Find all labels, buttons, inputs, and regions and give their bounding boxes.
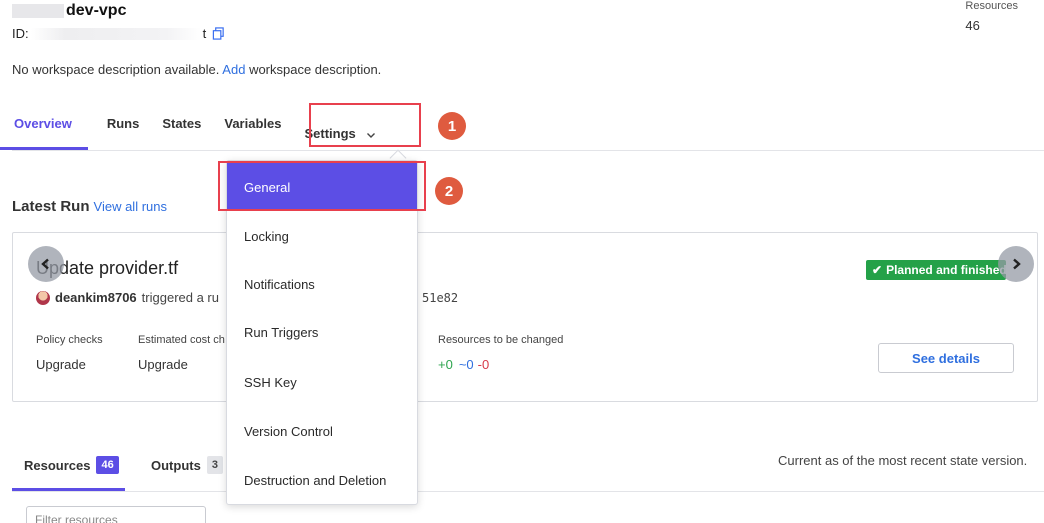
- commit-hash: 51e82: [422, 291, 459, 305]
- resources-count-pill: 46: [96, 456, 119, 474]
- tab-states[interactable]: States: [162, 110, 201, 150]
- add-description-link[interactable]: Add: [222, 62, 245, 77]
- redacted-org-name: [12, 3, 64, 18]
- view-all-runs-link[interactable]: View all runs: [94, 199, 167, 214]
- step-badge-1: 1: [438, 112, 466, 140]
- resources-changed-values: +0 ~0 -0: [438, 357, 490, 372]
- menu-item-ssh-key[interactable]: SSH Key: [227, 358, 417, 406]
- outputs-count-pill: 3: [206, 456, 223, 474]
- policy-checks-value: Upgrade: [36, 357, 86, 372]
- workspace-id: ID: t: [12, 26, 225, 41]
- copy-icon[interactable]: [212, 27, 225, 40]
- status-badge: ✔ Planned and finished: [866, 260, 1006, 280]
- menu-item-destruction-deletion[interactable]: Destruction and Deletion: [227, 456, 417, 504]
- menu-item-run-triggers[interactable]: Run Triggers: [227, 308, 417, 356]
- filter-resources-input[interactable]: Filter resources: [26, 506, 206, 523]
- see-details-button[interactable]: See details: [878, 343, 1014, 373]
- resources-changed-label: Resources to be changed: [438, 334, 564, 346]
- tab-runs[interactable]: Runs: [107, 110, 140, 150]
- resources-summary: Resources 46: [965, 0, 1018, 33]
- avatar: [36, 290, 50, 305]
- tabs-divider: [12, 150, 1044, 151]
- policy-checks-label: Policy checks: [36, 334, 103, 346]
- estimated-cost-label: Estimated cost ch: [138, 334, 225, 346]
- step-badge-2: 2: [435, 177, 463, 205]
- tab-outputs[interactable]: Outputs 3: [151, 456, 223, 474]
- bottom-tabs-divider: [12, 491, 1044, 492]
- tab-variables[interactable]: Variables: [224, 110, 281, 150]
- general-highlight-box: [218, 161, 426, 211]
- tab-resources[interactable]: Resources 46: [24, 456, 119, 474]
- settings-highlight-box: [309, 103, 421, 147]
- menu-item-notifications[interactable]: Notifications: [227, 260, 417, 308]
- tab-overview[interactable]: Overview: [0, 110, 88, 150]
- estimated-cost-value: Upgrade: [138, 357, 188, 372]
- settings-dropdown-menu: General Locking Notifications Run Trigge…: [226, 160, 418, 505]
- carousel-prev-button[interactable]: [28, 246, 64, 282]
- check-icon: ✔: [872, 263, 883, 277]
- menu-item-version-control[interactable]: Version Control: [227, 407, 417, 455]
- chevron-right-icon: [1013, 258, 1021, 270]
- chevron-left-icon: [41, 258, 49, 270]
- redacted-id: [30, 27, 201, 40]
- workspace-title: dev-vpc: [12, 2, 126, 20]
- state-version-note: Current as of the most recent state vers…: [778, 453, 1028, 468]
- carousel-next-button[interactable]: [998, 246, 1034, 282]
- latest-run-heading: Latest Run View all runs: [12, 198, 167, 215]
- workspace-description: No workspace description available. Add …: [12, 62, 382, 77]
- run-trigger-info: deankim8706 triggered a ru: [36, 290, 219, 305]
- menu-item-locking[interactable]: Locking: [227, 212, 417, 260]
